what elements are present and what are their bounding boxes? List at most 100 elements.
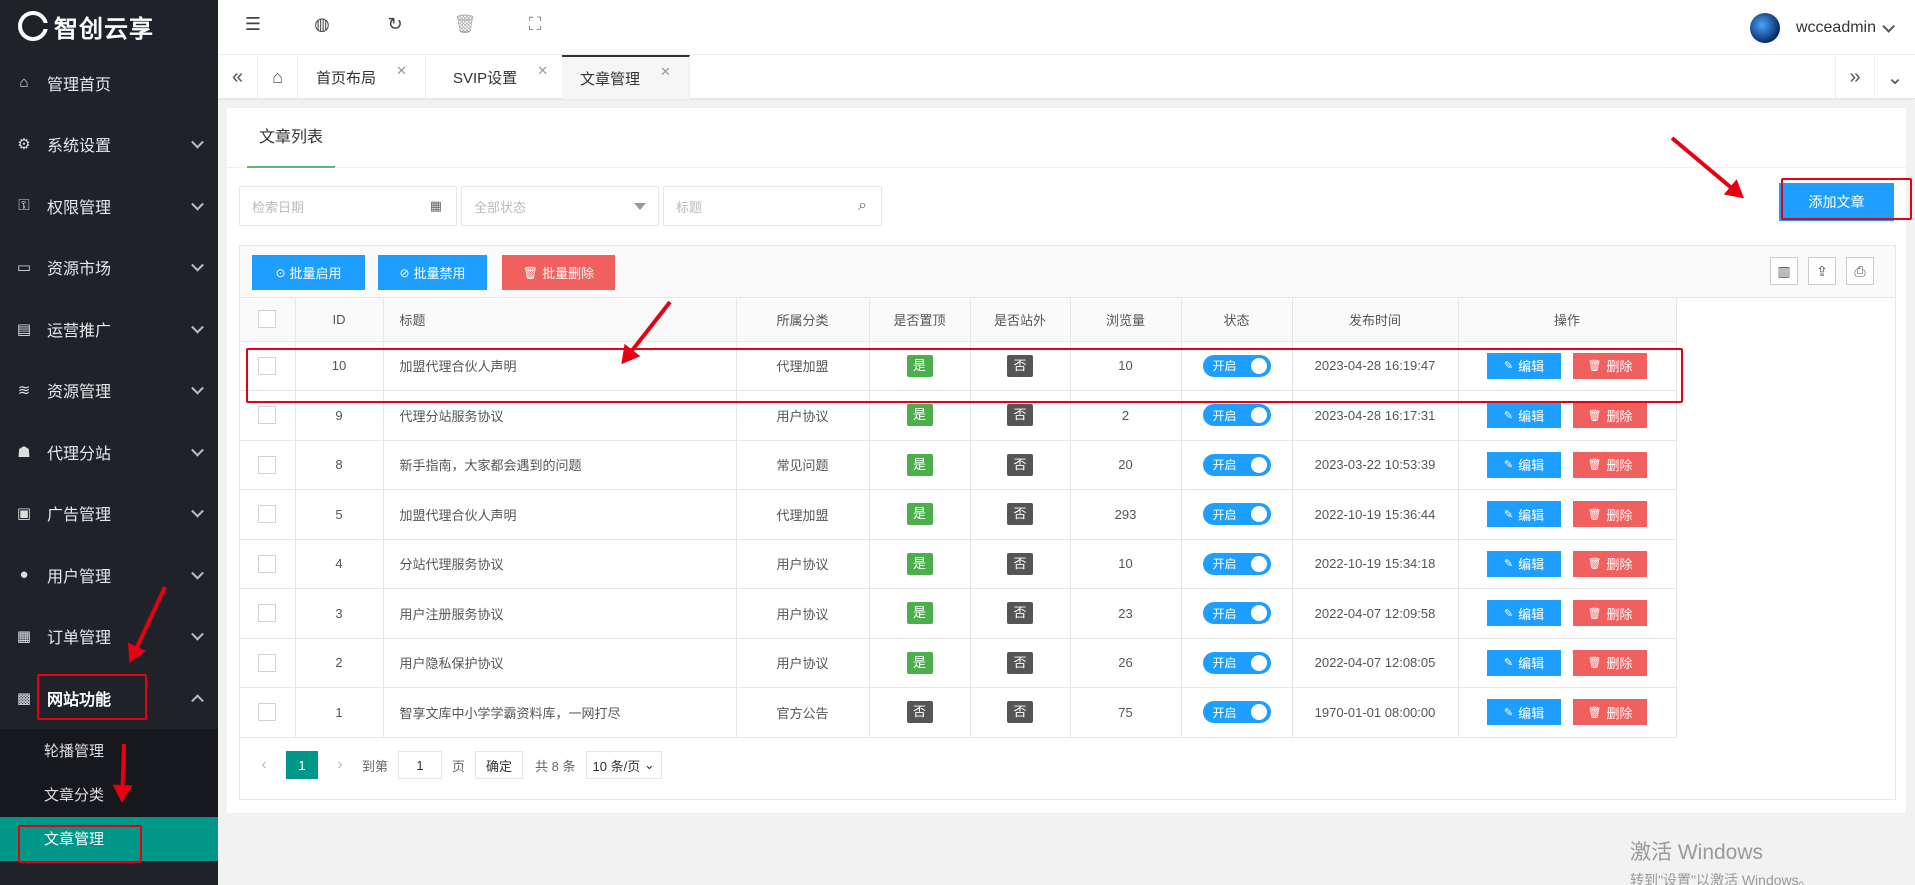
external-badge[interactable]: 否 (1007, 503, 1033, 526)
top-badge[interactable]: 是 (906, 354, 933, 377)
export-icon[interactable]: ⇪ (1808, 257, 1836, 285)
external-badge[interactable]: 否 (1007, 552, 1033, 575)
current-page[interactable]: 1 (286, 751, 318, 779)
row-checkbox[interactable] (258, 455, 277, 474)
sidebar-item-7[interactable]: ▣ 广告管理 (0, 483, 218, 545)
search-icon[interactable]: ⌕ (858, 197, 867, 215)
edit-button[interactable]: ✎ 编辑 (1487, 649, 1561, 676)
delete-button[interactable]: 🗑 删除 (1573, 352, 1647, 379)
sidebar-item-9[interactable]: ▦ 订单管理 (0, 606, 218, 668)
external-badge[interactable]: 否 (1007, 651, 1033, 674)
sub-item-article-category[interactable]: 文章分类 (0, 773, 218, 817)
status-switch[interactable]: 开启 (1202, 602, 1271, 625)
batch-enable-button[interactable]: ⊙ 批量启用 (252, 255, 365, 290)
close-icon[interactable]: ✕ (537, 63, 548, 79)
row-checkbox[interactable] (258, 505, 277, 524)
delete-button[interactable]: 🗑 删除 (1573, 649, 1647, 676)
delete-button[interactable]: 🗑 删除 (1573, 600, 1647, 627)
tab-article-manage[interactable]: 文章管理 ✕ (562, 55, 690, 99)
external-badge[interactable]: 否 (1007, 453, 1033, 476)
top-badge[interactable]: 是 (906, 602, 933, 625)
top-badge[interactable]: 否 (906, 701, 933, 724)
row-checkbox[interactable] (258, 604, 277, 623)
tabs-next-icon[interactable]: » (1835, 55, 1875, 99)
sidebar-item-5[interactable]: ≋ 资源管理 (0, 360, 218, 422)
delete-button[interactable]: 🗑 删除 (1573, 699, 1647, 726)
delete-button[interactable]: 🗑 删除 (1573, 550, 1647, 577)
page-size-select[interactable]: 10 条/页 ⌄ (585, 751, 662, 779)
edit-button[interactable]: ✎ 编辑 (1487, 699, 1561, 726)
refresh-icon[interactable]: ↻ (383, 14, 407, 35)
top-badge[interactable]: 是 (906, 453, 933, 476)
edit-button[interactable]: ✎ 编辑 (1487, 600, 1561, 627)
sidebar-item-8[interactable]: ● 用户管理 (0, 544, 218, 606)
tab-article-list[interactable]: 文章列表 (247, 108, 336, 168)
page-input[interactable]: 1 (398, 751, 443, 779)
sidebar-item-1[interactable]: ⚙ 系统设置 (0, 114, 218, 176)
date-filter[interactable]: 检索日期 ▦ (239, 186, 457, 226)
edit-button[interactable]: ✎ 编辑 (1487, 550, 1561, 577)
edit-button[interactable]: ✎ 编辑 (1487, 352, 1561, 379)
top-badge[interactable]: 是 (906, 503, 933, 526)
external-badge[interactable]: 否 (1007, 354, 1033, 377)
row-checkbox[interactable] (258, 406, 277, 425)
status-switch[interactable]: 开启 (1202, 404, 1271, 427)
status-switch[interactable]: 开启 (1202, 503, 1271, 526)
row-checkbox[interactable] (258, 703, 277, 722)
tab-svip[interactable]: SVIP设置 ✕ (435, 55, 568, 99)
next-page-icon[interactable]: › (328, 756, 352, 774)
top-badge[interactable]: 是 (906, 404, 933, 427)
edit-button[interactable]: ✎ 编辑 (1487, 451, 1561, 478)
top-badge[interactable]: 是 (906, 651, 933, 674)
delete-button[interactable]: 🗑 删除 (1573, 501, 1647, 528)
edit-button[interactable]: ✎ 编辑 (1487, 402, 1561, 429)
edit-button[interactable]: ✎ 编辑 (1487, 501, 1561, 528)
status-switch[interactable]: 开启 (1202, 453, 1271, 476)
status-select[interactable]: 全部状态 (461, 186, 659, 226)
sidebar-item-0[interactable]: ⌂ 管理首页 (0, 52, 218, 114)
external-badge[interactable]: 否 (1007, 404, 1033, 427)
sidebar-item-6[interactable]: ☗ 代理分站 (0, 421, 218, 483)
row-checkbox[interactable] (258, 356, 277, 375)
sidebar-item-10[interactable]: ▩ 网站功能 (0, 667, 218, 729)
row-checkbox[interactable] (258, 653, 277, 672)
cell-views: 293 (1070, 489, 1182, 540)
article-table: ⊙ 批量启用 ⊘ 批量禁用 🗑 批量删除 ▥ ⇪ ⎙ ID 标题 所属分类 是否置顶 (239, 245, 1896, 800)
columns-icon[interactable]: ▥ (1770, 257, 1798, 285)
prev-page-icon[interactable]: ‹ (252, 756, 276, 774)
trash-icon[interactable]: 🗑 (453, 14, 477, 35)
close-icon[interactable]: ✕ (660, 64, 671, 80)
batch-delete-button[interactable]: 🗑 批量删除 (502, 255, 615, 290)
sidebar-item-2[interactable]: ⚿ 权限管理 (0, 175, 218, 237)
external-badge[interactable]: 否 (1007, 602, 1033, 625)
batch-disable-button[interactable]: ⊘ 批量禁用 (378, 255, 487, 290)
top-badge[interactable]: 是 (906, 552, 933, 575)
menu-toggle-icon[interactable]: ☰ (241, 14, 265, 35)
title-search-input[interactable]: 标题 ⌕ (663, 186, 882, 226)
row-checkbox[interactable] (258, 554, 277, 573)
add-article-button[interactable]: 添加文章 (1779, 183, 1894, 221)
home-tab-icon[interactable]: ⌂ (258, 55, 298, 99)
delete-button[interactable]: 🗑 删除 (1573, 451, 1647, 478)
status-switch[interactable]: 开启 (1202, 651, 1271, 674)
sub-item-carousel[interactable]: 轮播管理 (0, 729, 218, 773)
select-all-checkbox[interactable] (258, 310, 277, 329)
confirm-button[interactable]: 确定 (475, 751, 524, 779)
status-switch[interactable]: 开启 (1202, 354, 1271, 377)
close-icon[interactable]: ✕ (396, 63, 407, 79)
cell-id: 2 (295, 638, 384, 688)
tabs-dropdown-icon[interactable]: ⌄ (1875, 55, 1915, 99)
fullscreen-icon[interactable]: ⛶ (523, 14, 547, 35)
delete-button[interactable]: 🗑 删除 (1573, 402, 1647, 429)
globe-icon[interactable]: ◍ (310, 14, 334, 35)
sidebar-item-3[interactable]: ▭ 资源市场 (0, 237, 218, 299)
tab-home-layout[interactable]: 首页布局 ✕ (298, 55, 426, 99)
print-icon[interactable]: ⎙ (1846, 257, 1874, 285)
status-switch[interactable]: 开启 (1202, 552, 1271, 575)
tabs-prev-icon[interactable]: « (218, 55, 258, 99)
external-badge[interactable]: 否 (1007, 701, 1033, 724)
sub-item-article-manage[interactable]: 文章管理 (0, 816, 218, 861)
user-menu[interactable]: wcceadmin (1749, 13, 1895, 43)
status-switch[interactable]: 开启 (1202, 701, 1271, 724)
sidebar-item-4[interactable]: ▤ 运营推广 (0, 298, 218, 360)
